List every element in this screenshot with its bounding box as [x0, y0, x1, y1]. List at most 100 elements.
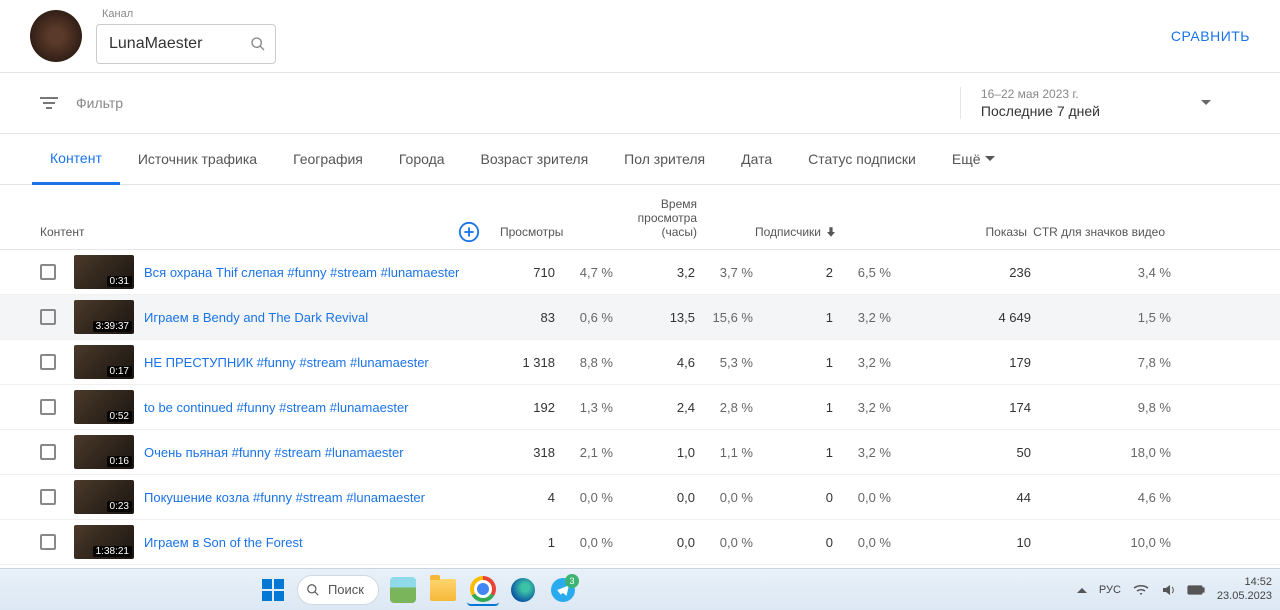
ctr-value: 4,6 % [1119, 490, 1171, 505]
table-row[interactable]: 0:23 Покушение козла #funny #stream #lun… [0, 475, 1280, 520]
chevron-down-icon [985, 156, 995, 162]
taskbar-chrome[interactable] [467, 574, 499, 606]
tab-geography[interactable]: География [275, 135, 381, 183]
table-row[interactable]: 0:16 Очень пьяная #funny #stream #lunama… [0, 430, 1280, 475]
chevron-down-icon [1200, 99, 1212, 107]
row-checkbox[interactable] [40, 444, 56, 460]
taskbar-edge[interactable] [507, 574, 539, 606]
date-range-text: 16–22 мая 2023 г. [981, 87, 1100, 101]
telegram-icon: 3 [551, 578, 575, 602]
filter-row: Фильтр 16–22 мая 2023 г. Последние 7 дне… [0, 73, 1280, 134]
video-title[interactable]: Покушение козла #funny #stream #lunamaes… [144, 490, 498, 505]
video-duration: 0:16 [107, 456, 132, 467]
views-value: 318 [511, 445, 555, 460]
ctr-value: 10,0 % [1119, 535, 1171, 550]
taskbar-clock[interactable]: 14:52 23.05.2023 [1217, 576, 1272, 602]
tab-content[interactable]: Контент [32, 134, 120, 185]
channel-search-input[interactable] [96, 24, 276, 64]
subs-value: 2 [789, 265, 833, 280]
views-value: 1 [511, 535, 555, 550]
row-checkbox[interactable] [40, 354, 56, 370]
row-checkbox[interactable] [40, 489, 56, 505]
video-duration: 0:52 [107, 411, 132, 422]
views-value: 710 [511, 265, 555, 280]
taskbar-widget[interactable] [387, 574, 419, 606]
video-thumbnail[interactable]: 0:16 [74, 435, 134, 469]
search-icon [306, 583, 320, 597]
views-value: 1 318 [511, 355, 555, 370]
taskbar-search-label: Поиск [328, 582, 364, 597]
channel-label: Канал [102, 8, 276, 20]
filter-placeholder[interactable]: Фильтр [76, 95, 123, 111]
col-header-ctr[interactable]: CTR для значков видео [1033, 225, 1173, 239]
video-title[interactable]: Играем в Son of the Forest [144, 535, 498, 550]
ctr-value: 9,8 % [1119, 400, 1171, 415]
tray-chevron-icon[interactable] [1077, 587, 1087, 593]
subs-pct: 0,0 % [839, 535, 891, 550]
battery-icon[interactable] [1187, 585, 1205, 595]
col-header-impressions[interactable]: Показы [893, 225, 1033, 239]
ctr-value: 18,0 % [1119, 445, 1171, 460]
video-thumbnail[interactable]: 0:52 [74, 390, 134, 424]
watch-value: 1,0 [651, 445, 695, 460]
watch-pct: 0,0 % [701, 490, 753, 505]
watch-value: 0,0 [651, 535, 695, 550]
video-thumbnail[interactable]: 1:38:21 [74, 525, 134, 559]
views-pct: 0,0 % [561, 535, 613, 550]
date-preset-text: Последние 7 дней [981, 103, 1100, 119]
compare-button[interactable]: СРАВНИТЬ [1171, 28, 1250, 44]
tray-language[interactable]: РУС [1099, 584, 1121, 596]
impr-value: 10 [987, 535, 1031, 550]
wifi-icon[interactable] [1133, 584, 1149, 596]
row-checkbox[interactable] [40, 264, 56, 280]
subs-value: 1 [789, 400, 833, 415]
start-button[interactable] [257, 574, 289, 606]
col-header-watch[interactable]: Время просмотра (часы) [615, 197, 755, 239]
table-row[interactable]: 0:52 to be continued #funny #stream #lun… [0, 385, 1280, 430]
views-pct: 4,7 % [561, 265, 613, 280]
row-checkbox[interactable] [40, 534, 56, 550]
date-range-picker[interactable]: 16–22 мая 2023 г. Последние 7 дней [960, 87, 1240, 119]
video-title[interactable]: to be continued #funny #stream #lunamaes… [144, 400, 498, 415]
table-row[interactable]: 1:38:21 Играем в Son of the Forest 10,0 … [0, 520, 1280, 565]
video-thumbnail[interactable]: 0:17 [74, 345, 134, 379]
tab-more[interactable]: Ещё [934, 135, 1013, 183]
tab-viewer-age[interactable]: Возраст зрителя [463, 135, 607, 183]
taskbar-explorer[interactable] [427, 574, 459, 606]
folder-icon [430, 579, 456, 601]
row-checkbox[interactable] [40, 309, 56, 325]
video-title[interactable]: НЕ ПРЕСТУПНИК #funny #stream #lunamaeste… [144, 355, 498, 370]
volume-icon[interactable] [1161, 583, 1175, 597]
tab-date[interactable]: Дата [723, 135, 790, 183]
ctr-value: 7,8 % [1119, 355, 1171, 370]
video-thumbnail[interactable]: 0:31 [74, 255, 134, 289]
views-pct: 1,3 % [561, 400, 613, 415]
col-header-subs[interactable]: Подписчики [755, 225, 893, 239]
table-row[interactable]: 0:31 Вся охрана Thif слепая #funny #stre… [0, 250, 1280, 295]
tab-cities[interactable]: Города [381, 135, 463, 183]
add-column-icon[interactable] [458, 221, 480, 243]
widget-icon [390, 577, 416, 603]
video-title[interactable]: Вся охрана Thif слепая #funny #stream #l… [144, 265, 498, 280]
row-checkbox[interactable] [40, 399, 56, 415]
subs-value: 0 [789, 535, 833, 550]
watch-pct: 1,1 % [701, 445, 753, 460]
video-thumbnail[interactable]: 3:39:37 [74, 300, 134, 334]
header-bar: Канал СРАВНИТЬ [0, 0, 1280, 73]
taskbar-time: 14:52 [1217, 576, 1272, 589]
tab-viewer-gender[interactable]: Пол зрителя [606, 135, 723, 183]
video-duration: 1:38:21 [93, 546, 132, 557]
taskbar-telegram[interactable]: 3 [547, 574, 579, 606]
channel-avatar[interactable] [30, 10, 82, 62]
table-row[interactable]: 3:39:37 Играем в Bendy and The Dark Revi… [0, 295, 1280, 340]
video-title[interactable]: Очень пьяная #funny #stream #lunamaester [144, 445, 498, 460]
search-icon[interactable] [250, 36, 266, 52]
video-title[interactable]: Играем в Bendy and The Dark Revival [144, 310, 498, 325]
tab-subscription-status[interactable]: Статус подписки [790, 135, 934, 183]
taskbar-search[interactable]: Поиск [297, 575, 379, 605]
col-header-views[interactable]: Просмотры [500, 225, 615, 239]
filter-icon[interactable] [40, 96, 58, 110]
table-row[interactable]: 0:17 НЕ ПРЕСТУПНИК #funny #stream #lunam… [0, 340, 1280, 385]
video-thumbnail[interactable]: 0:23 [74, 480, 134, 514]
tab-traffic-source[interactable]: Источник трафика [120, 135, 275, 183]
